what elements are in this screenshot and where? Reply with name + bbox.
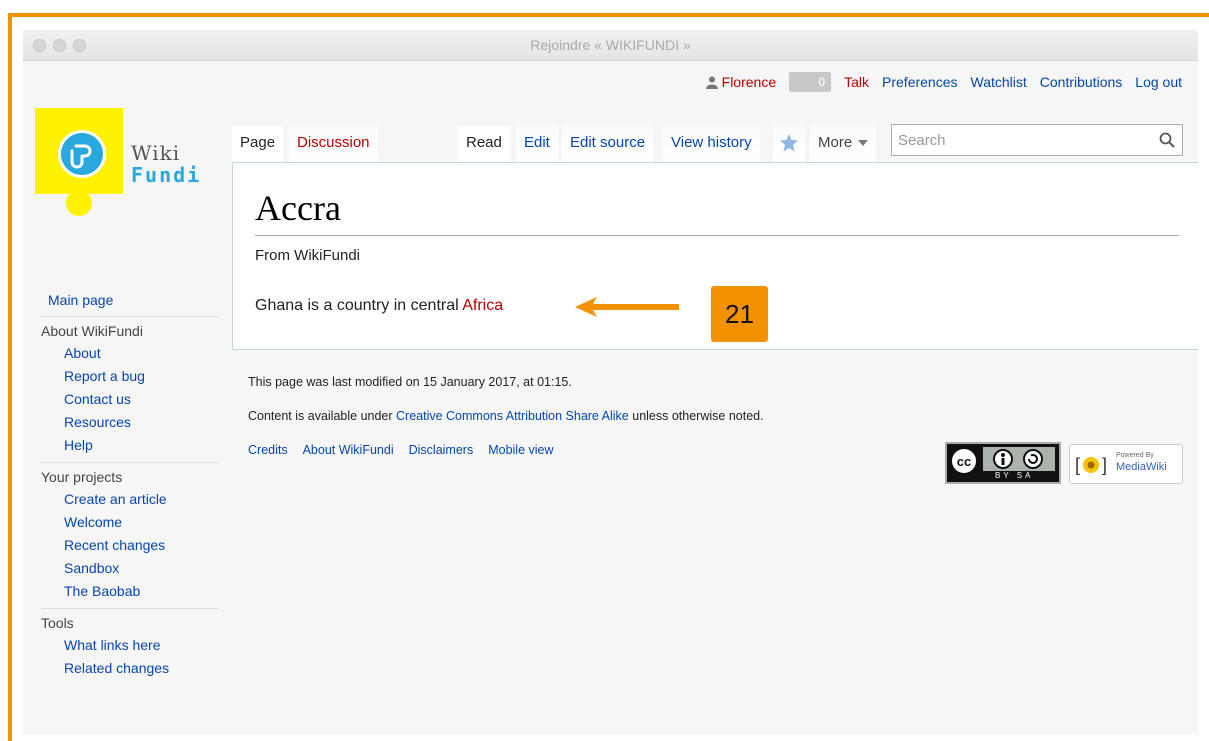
- tab-read[interactable]: Read: [458, 126, 510, 162]
- footer-link-about[interactable]: About WikiFundi: [303, 443, 394, 457]
- annotation-frame-top: [8, 13, 1209, 17]
- logout-link[interactable]: Log out: [1135, 74, 1182, 90]
- cc-license-icon[interactable]: cc BY SA: [945, 442, 1061, 484]
- watchlist-link[interactable]: Watchlist: [971, 74, 1027, 90]
- annotation-number-badge: 21: [711, 286, 768, 342]
- africa-link[interactable]: Africa: [462, 297, 503, 314]
- svg-text:]: ]: [1102, 455, 1107, 475]
- cc-badge-text: BY SA: [995, 471, 1034, 480]
- page-title: Accra: [255, 188, 341, 228]
- sidebar-item-recent-changes[interactable]: Recent changes: [64, 537, 165, 553]
- license-text-after: unless otherwise noted.: [628, 409, 764, 423]
- annotation-frame-left: [8, 13, 12, 741]
- tab-discussion[interactable]: Discussion: [289, 126, 378, 162]
- sidebar-item-main-page[interactable]: Main page: [48, 292, 113, 308]
- personal-tools: Florence 0 Talk Preferences Watchlist Co…: [705, 72, 1182, 92]
- sidebar: Main page About WikiFundi About Report a…: [23, 292, 218, 685]
- license-link[interactable]: Creative Commons Attribution Share Alike: [396, 409, 629, 423]
- sidebar-item-what-links-here[interactable]: What links here: [64, 637, 160, 653]
- tab-edit[interactable]: Edit: [516, 126, 558, 162]
- sidebar-item-about[interactable]: About: [64, 345, 101, 361]
- site-logo[interactable]: Wiki Fundi: [35, 108, 199, 220]
- site-subtitle: From WikiFundi: [255, 247, 361, 264]
- user-icon: [705, 76, 718, 89]
- footer-license: Content is available under Creative Comm…: [248, 409, 764, 423]
- svg-text:[: [: [1075, 455, 1080, 475]
- sidebar-item-related-changes[interactable]: Related changes: [64, 660, 169, 676]
- svg-text:cc: cc: [957, 454, 971, 469]
- tab-view-history[interactable]: View history: [663, 126, 760, 162]
- footer-link-disclaimers[interactable]: Disclaimers: [409, 443, 474, 457]
- footer-last-modified: This page was last modified on 15 Januar…: [248, 375, 572, 389]
- user-link[interactable]: Florence: [705, 74, 777, 90]
- browser-window: Rejoindre « WIKIFUNDI » Florence 0 Talk …: [23, 30, 1198, 735]
- username: Florence: [721, 74, 777, 90]
- sidebar-item-baobab[interactable]: The Baobab: [64, 583, 140, 599]
- search-icon[interactable]: [1158, 131, 1176, 149]
- article-sentence: Ghana is a country in central: [255, 297, 463, 314]
- window-title: Rejoindre « WIKIFUNDI »: [530, 37, 691, 53]
- portal-tools: Tools What links here Related changes: [41, 608, 218, 685]
- sidebar-item-resources[interactable]: Resources: [64, 414, 131, 430]
- preferences-link[interactable]: Preferences: [882, 74, 957, 90]
- search-box: [891, 124, 1183, 156]
- search-input[interactable]: [892, 125, 1162, 155]
- star-watch-icon: [780, 134, 798, 152]
- tab-edit-source[interactable]: Edit source: [562, 126, 654, 162]
- sidebar-item-help[interactable]: Help: [64, 437, 93, 453]
- footer-places: Credits About WikiFundi Disclaimers Mobi…: [248, 443, 764, 457]
- logo-text-wiki: Wiki: [131, 141, 181, 165]
- sidebar-item-contact-us[interactable]: Contact us: [64, 391, 131, 407]
- tab-page[interactable]: Page: [232, 126, 284, 162]
- portal-heading: About WikiFundi: [41, 323, 143, 339]
- article-text: Ghana is a country in central Africa: [255, 297, 503, 315]
- logo-puzzle-knob: [66, 190, 92, 216]
- watch-star-button[interactable]: [773, 126, 805, 162]
- footer-link-mobile-view[interactable]: Mobile view: [488, 443, 553, 457]
- contributions-link[interactable]: Contributions: [1040, 74, 1123, 90]
- sidebar-item-report-bug[interactable]: Report a bug: [64, 368, 145, 384]
- sidebar-item-create-article[interactable]: Create an article: [64, 491, 167, 507]
- mediawiki-icon[interactable]: [ ] Powered By MediaWiki: [1069, 444, 1183, 484]
- talk-link[interactable]: Talk: [844, 74, 869, 90]
- portal-heading: Your projects: [41, 469, 123, 485]
- mediawiki-text: MediaWiki: [1116, 461, 1167, 473]
- annotation-arrow-icon: [575, 297, 679, 317]
- portal-about: About WikiFundi About Report a bug Conta…: [41, 316, 218, 462]
- dropdown-arrow-icon: [858, 140, 869, 147]
- license-text-before: Content is available under: [248, 409, 397, 423]
- sidebar-item-welcome[interactable]: Welcome: [64, 514, 122, 530]
- portal-projects: Your projects Create an article Welcome …: [41, 462, 218, 608]
- footer: This page was last modified on 15 Januar…: [248, 375, 764, 457]
- footer-link-credits[interactable]: Credits: [248, 443, 288, 457]
- sidebar-item-sandbox[interactable]: Sandbox: [64, 560, 119, 576]
- title-bar: Rejoindre « WIKIFUNDI »: [23, 30, 1198, 61]
- more-menu[interactable]: More: [810, 126, 877, 162]
- notifications-badge[interactable]: 0: [789, 72, 832, 92]
- more-label: More: [818, 134, 853, 151]
- powered-by-text: Powered By: [1116, 452, 1154, 459]
- portal-heading: Tools: [41, 615, 74, 631]
- logo-circle-icon: [58, 130, 106, 178]
- title-divider: [255, 235, 1179, 236]
- logo-text-fundi: Fundi: [131, 163, 202, 187]
